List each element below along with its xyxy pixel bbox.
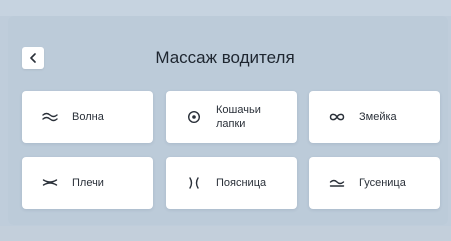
mode-button-caterpillar[interactable]: Гусеница [309, 157, 440, 209]
mode-label: Волна [72, 111, 104, 123]
lower-back-icon [184, 173, 204, 193]
back-button[interactable] [22, 47, 44, 69]
caterpillar-icon [327, 173, 347, 193]
mode-button-cat-paws[interactable]: Кошачьи лапки [166, 91, 297, 143]
page-title: Массаж водителя [155, 48, 295, 67]
chevron-left-icon [30, 53, 36, 63]
top-bar [0, 0, 451, 16]
mode-label: Поясница [216, 177, 267, 189]
wave-icon [40, 107, 60, 127]
shoulders-icon [40, 173, 60, 193]
mode-label: Змейка [359, 111, 397, 123]
mode-label: Гусеница [359, 177, 406, 189]
mode-label: Кошачьи лапки [216, 104, 261, 130]
mode-button-wave[interactable]: Волна [22, 91, 153, 143]
mode-button-snake[interactable]: Змейка [309, 91, 440, 143]
mode-button-shoulders[interactable]: Плечи [22, 157, 153, 209]
mode-label: Плечи [72, 177, 104, 189]
mode-button-lower-back[interactable]: Поясница [166, 157, 297, 209]
infinity-icon [327, 107, 347, 127]
cat-paws-icon [184, 107, 204, 127]
bottom-bar [0, 226, 451, 241]
